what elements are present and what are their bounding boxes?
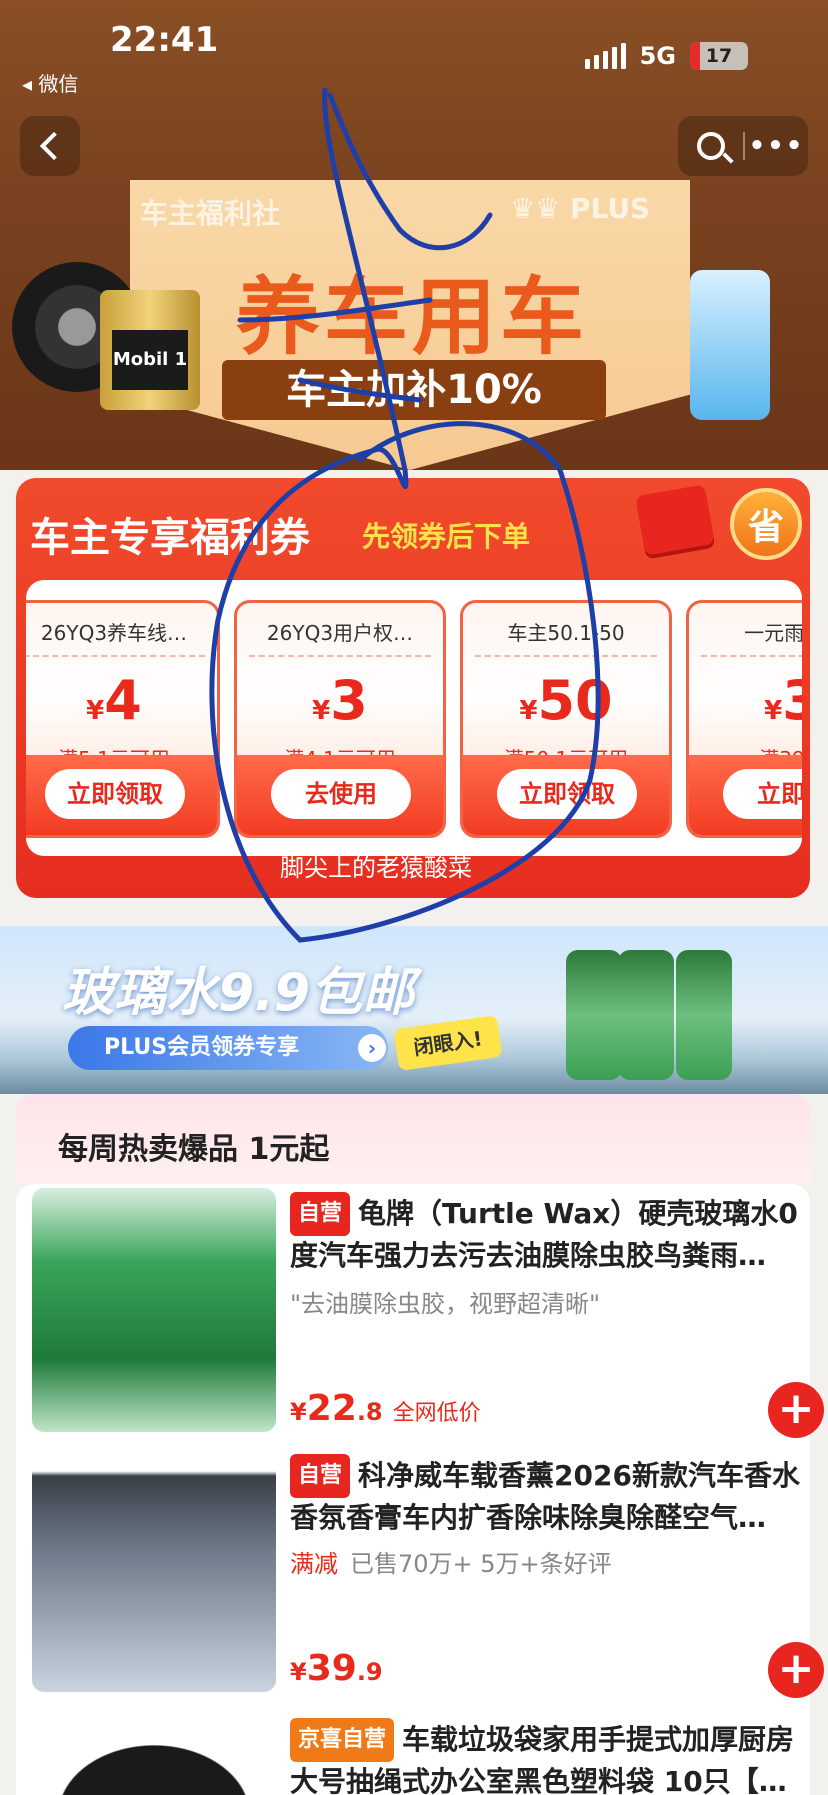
- price-tag: 全网低价: [392, 1401, 481, 1426]
- product-image[interactable]: [32, 1726, 276, 1795]
- washer-fluid-image: [690, 270, 770, 420]
- product-meta: 满减 已售70万+ 5万+条好评: [290, 1544, 612, 1579]
- status-back-app[interactable]: ◂ 微信: [22, 68, 78, 97]
- add-to-cart-button[interactable]: +: [768, 1382, 824, 1438]
- status-back-label: 微信: [38, 72, 79, 96]
- more-button[interactable]: •••: [745, 131, 808, 161]
- claim-coupon-button[interactable]: 立即领取: [497, 769, 637, 819]
- price-integer: 39: [306, 1648, 357, 1689]
- coupon-card[interactable]: 26YQ3养车线… ¥4 满5.1元可用 立即领取: [26, 600, 220, 838]
- price-currency: ¥: [290, 1658, 307, 1686]
- coupon-amount: ¥4: [26, 669, 217, 732]
- back-button[interactable]: [20, 116, 80, 176]
- page: 22:41 ◂ 微信 5G 17 ••• 车主福利社 ♛♛ PLUS 养车用车 …: [0, 0, 828, 1795]
- price-integer: 22: [306, 1388, 357, 1429]
- battery-level: 17: [705, 45, 733, 67]
- price-decimal: .9: [356, 1658, 383, 1686]
- add-to-cart-button[interactable]: +: [768, 1642, 824, 1698]
- banner-title: 养车用车: [236, 268, 589, 366]
- coupon-value: 4: [104, 669, 142, 732]
- claim-coupon-button[interactable]: 立即领: [723, 769, 802, 819]
- coupon-section-subtitle: 先领券后下单: [362, 520, 531, 553]
- product-title[interactable]: 自营 龟牌（Turtle Wax）硬壳玻璃水0度汽车强力去污去油膜除虫胶鸟粪雨…: [290, 1192, 800, 1272]
- search-button[interactable]: [678, 116, 743, 176]
- banner-plus-label: PLUS: [569, 192, 651, 225]
- product-title-text: 科净威车载香薰2026新款汽车香水香氛香膏车内扩香除味除臭除醛空气…: [290, 1459, 800, 1534]
- product-image[interactable]: [32, 1452, 276, 1692]
- coupon-value: 3: [782, 669, 802, 732]
- discount-label: 满减: [290, 1550, 338, 1578]
- banner-tab-right: ♛♛ PLUS: [510, 192, 651, 225]
- coupon-amount: ¥50: [463, 669, 669, 732]
- red-envelope-icon: [635, 484, 715, 556]
- status-time: 22:41: [110, 20, 219, 60]
- product-image[interactable]: [32, 1188, 276, 1432]
- network-label: 5G: [639, 42, 676, 70]
- product-title[interactable]: 自营 科净威车载香薰2026新款汽车香水香氛香膏车内扩香除味除臭除醛空气…: [290, 1454, 800, 1534]
- coupon-name: 车主50.1-50: [507, 621, 625, 645]
- coupon-amount: ¥3: [689, 669, 802, 732]
- status-indicators: 5G 17: [584, 42, 748, 70]
- save-badge-icon: 省: [730, 488, 802, 560]
- self-operated-badge: 自营: [290, 1192, 351, 1236]
- washer-bottle-image: [676, 950, 732, 1080]
- product-price: ¥39.9: [290, 1648, 383, 1689]
- coupon-divider: [26, 655, 205, 657]
- coupon-divider: [475, 655, 657, 657]
- product-price: ¥22.8 全网低价: [290, 1388, 481, 1429]
- coupon-value: 50: [537, 669, 613, 732]
- self-operated-badge: 自营: [290, 1454, 351, 1498]
- sales-info: 已售70万+ 5万+条好评: [350, 1550, 612, 1578]
- coupon-divider: [249, 655, 431, 657]
- banner-subtitle: 车主加补10%: [222, 360, 606, 420]
- claim-coupon-button[interactable]: 立即领取: [45, 769, 185, 819]
- promo-pill[interactable]: PLUS会员领券专享: [68, 1026, 388, 1070]
- coupon-currency: ¥: [312, 696, 331, 726]
- battery-icon: 17: [690, 42, 748, 70]
- washer-bottle-image: [566, 950, 622, 1080]
- coupon-name: 26YQ3养车线…: [40, 621, 188, 645]
- coupon-currency: ¥: [519, 696, 538, 726]
- coupon-card[interactable]: 车主50.1-50 ¥50 满50.1元可用 立即领取: [460, 600, 672, 838]
- coupon-name: 一元雨刷Q: [744, 621, 802, 645]
- product-title-text: 龟牌（Turtle Wax）硬壳玻璃水0度汽车强力去污去油膜除虫胶鸟粪雨…: [290, 1197, 798, 1272]
- promo-title: 玻璃水9.9包邮: [62, 963, 415, 1023]
- coupon-carousel[interactable]: 26YQ3养车线… ¥4 满5.1元可用 立即领取 26YQ3用户权… ¥3 满…: [26, 580, 802, 856]
- coupon-section-title: 车主专享福利券: [30, 515, 310, 561]
- signal-icon: [584, 43, 626, 69]
- coupon-card[interactable]: 26YQ3用户权… ¥3 满4.1元可用 去使用: [234, 600, 446, 838]
- coupon-amount: ¥3: [237, 669, 443, 732]
- search-icon: [696, 132, 725, 160]
- product-slogan: "去油膜除虫胶，视野超清晰": [290, 1290, 601, 1318]
- use-coupon-button[interactable]: 去使用: [271, 769, 411, 819]
- product-title[interactable]: 京喜自营 车载垃圾袋家用手提式加厚厨房大号抽绳式办公室黑色塑料袋 10只【…: [290, 1718, 800, 1795]
- chevron-right-icon: ›: [358, 1034, 386, 1062]
- price-decimal: .8: [356, 1398, 383, 1426]
- washer-bottle-image: [618, 950, 674, 1080]
- coupon-card[interactable]: 一元雨刷Q ¥3 满39元 立即领: [686, 600, 802, 838]
- coupon-value: 3: [330, 669, 368, 732]
- coupon-currency: ¥: [764, 696, 783, 726]
- price-currency: ¥: [290, 1398, 307, 1426]
- coupon-name: 26YQ3用户权…: [266, 621, 414, 645]
- oil-brand-label: Mobil 1: [112, 330, 188, 390]
- banner-tab-left: 车主福利社: [140, 197, 281, 230]
- jingxi-badge: 京喜自营: [290, 1718, 395, 1762]
- coupon-caption: 脚尖上的老猿酸菜: [280, 854, 472, 882]
- nav-capsule: •••: [678, 116, 808, 176]
- coupon-currency: ¥: [86, 696, 105, 726]
- coupon-divider: [701, 655, 802, 657]
- weekly-title: 每周热卖爆品 1元起: [58, 1132, 330, 1167]
